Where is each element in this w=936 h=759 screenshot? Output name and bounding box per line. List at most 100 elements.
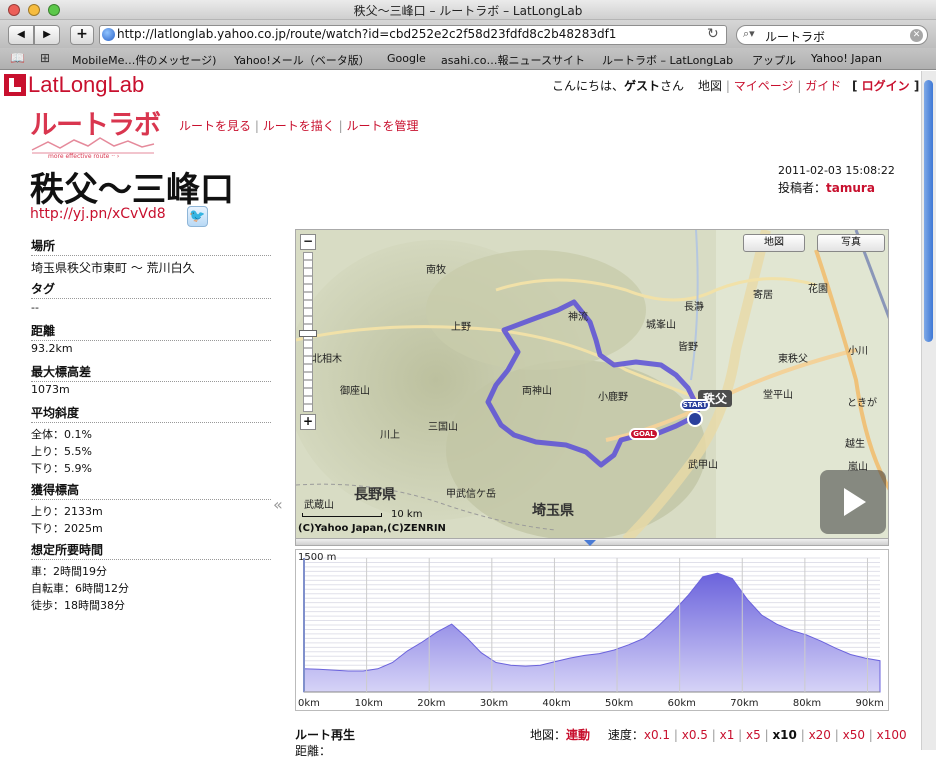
map-sync-toggle[interactable]: 連動 [566,728,590,742]
profile-plot: 0km 10km 20km 30km 40km 50km 60km 70km 80km 90km [298,557,884,709]
map-scale-bar [302,513,382,517]
nav-view-routes[interactable]: ルートを見る [179,119,251,133]
elevation-diff-heading: 最大標高差 [31,362,271,382]
clear-search-icon[interactable]: ✕ [910,29,923,42]
bookmark-item[interactable]: アップル [752,52,796,68]
x-tick-label: 20km [417,698,445,709]
latlonglab-logo-mark [4,74,26,96]
login-link[interactable]: [ ログイン ] [852,77,919,94]
login-label: ログイン [861,79,910,93]
slope-up: 上り：5.5% [31,445,92,458]
bookmark-item[interactable]: ルートラボ – LatLongLab [602,52,733,68]
reload-icon[interactable]: ↻ [707,26,719,42]
mypage-link[interactable]: マイページ [734,79,794,93]
map-label: 両神山 [522,386,552,397]
distance-heading: 距離 [31,321,271,341]
goal-marker[interactable]: GOAL [629,428,659,440]
tag-value: -- [31,301,39,314]
routelab-logo-skyline [31,137,155,154]
x-tick-label: 30km [480,698,508,709]
speed-options: x0.1 | x0.5 | x1 | x5 | x10 | x20 | x50 … [643,728,907,742]
map-label: 皆野 [678,342,698,353]
top-sites-grid-icon[interactable]: ⊞ [40,51,50,65]
x-tick-label: 70km [730,698,758,709]
x-tick-label: 90km [855,698,883,709]
photo-view-button[interactable]: 写真 [817,234,885,252]
collapse-sidebar-icon[interactable]: « [273,495,283,514]
map-label: 城峯山 [646,320,676,331]
map-label: ときが [847,398,877,409]
y-axis-max-label: 1500 m [298,552,337,563]
play-route-button[interactable] [820,470,886,534]
bookmark-item[interactable]: MobileMe…件のメッセージ) [72,52,216,68]
bookmark-item[interactable]: asahi.co…報ニュースサイト [441,52,585,68]
speed-option-x20[interactable]: x20 [809,728,831,742]
start-marker[interactable]: START [680,399,710,411]
speed-option-x0_5[interactable]: x0.5 [682,728,708,742]
map-view-button[interactable]: 地図 [743,234,805,252]
zoom-slider-handle[interactable] [299,330,317,337]
playback-controls: 地図：連動 速度：x0.1 | x0.5 | x1 | x5 | x10 | x… [530,726,907,743]
x-tick-label: 80km [793,698,821,709]
greeting-suffix: さん [660,79,685,93]
header-map-link[interactable]: 地図 [698,79,722,93]
resize-arrow-icon[interactable] [584,540,596,546]
play-icon [844,488,866,516]
playback-title: ルート再生 [295,728,356,742]
nav-draw-route[interactable]: ルートを描く [263,119,335,133]
x-tick-label: 0km [298,698,320,709]
short-url-link[interactable]: http://yj.pn/xCvVd8 [30,206,166,222]
distance-value: 93.2km [31,342,73,355]
route-info-sidebar: 場所 埼玉県秩父市東町 〜 荒川白久 タグ -- 距離 93.2km 最大標高差… [31,236,271,614]
add-bookmark-button[interactable]: + [70,25,94,45]
x-tick-label: 40km [542,698,570,709]
map-copyright: (C)Yahoo Japan,(C)ZENRIN [298,523,446,534]
elevation-profile-chart[interactable]: 0km 10km 20km 30km 40km 50km 60km 70km 80km 90km … [295,549,889,711]
speed-option-x5[interactable]: x5 [746,728,761,742]
map-label: 花園 [808,284,828,295]
map-label: 上野 [451,322,471,333]
forward-button[interactable]: ▶ [34,25,60,45]
speed-option-x0_1[interactable]: x0.1 [644,728,670,742]
poster-link[interactable]: tamura [826,181,875,195]
bookmark-item[interactable]: Yahoo!メール（ベータ版） [234,52,370,68]
time-heading: 想定所要時間 [31,540,271,560]
speed-option-x100[interactable]: x100 [877,728,907,742]
reading-list-icon[interactable]: 📖 [10,51,25,65]
speed-option-x1[interactable]: x1 [720,728,735,742]
speed-option-x50[interactable]: x50 [843,728,865,742]
time-bike: 自転車：6時間12分 [31,582,129,595]
zoom-in-button[interactable]: + [300,414,316,430]
slope-all: 全体：0.1% [31,428,92,441]
routelab-nav: ルートを見る | ルートを描く | ルートを管理 [179,119,419,133]
latlonglab-logo[interactable]: LatLongLab [28,72,144,98]
globe-icon [102,28,115,41]
map-scale-label: 10 km [391,509,423,520]
x-tick-label: 10km [355,698,383,709]
slope-heading: 平均斜度 [31,403,271,423]
header-nav: 地図 | マイページ | ガイド [698,79,842,93]
location-heading: 場所 [31,236,271,256]
x-tick-label: 50km [605,698,633,709]
map-label: 越生 [845,439,865,450]
zoom-out-button[interactable]: − [300,234,316,250]
start-pin-icon [687,411,703,427]
search-icon: ⌕▾ [743,27,755,40]
scrollbar-thumb[interactable] [924,80,933,342]
elevation-diff-value: 1073m [31,383,70,396]
bookmark-item[interactable]: Google [387,52,426,65]
map-label: 武蔵山 [304,500,334,511]
speed-option-x10[interactable]: x10 [772,728,796,742]
map-sync-label: 地図： [530,728,567,742]
map-label: 堂平山 [763,390,793,401]
nav-manage-routes[interactable]: ルートを管理 [346,119,418,133]
user-greeting: こんにちは、ゲストさん [552,77,684,94]
route-map[interactable]: 地図 写真 − + 南牧 上野 神流 城峯山 皆野 長瀞 寄居 北相木 御座山 … [295,229,889,539]
bookmark-item[interactable]: Yahoo! Japan [811,52,882,65]
location-value: 埼玉県秩父市東町 〜 荒川白久 [31,261,195,275]
twitter-bird-icon[interactable]: 🐦 [187,206,208,227]
guide-link[interactable]: ガイド [805,79,841,93]
back-button[interactable]: ◀ [8,25,34,45]
map-label: 御座山 [340,386,370,397]
slope-down: 下り：5.9% [31,462,92,475]
